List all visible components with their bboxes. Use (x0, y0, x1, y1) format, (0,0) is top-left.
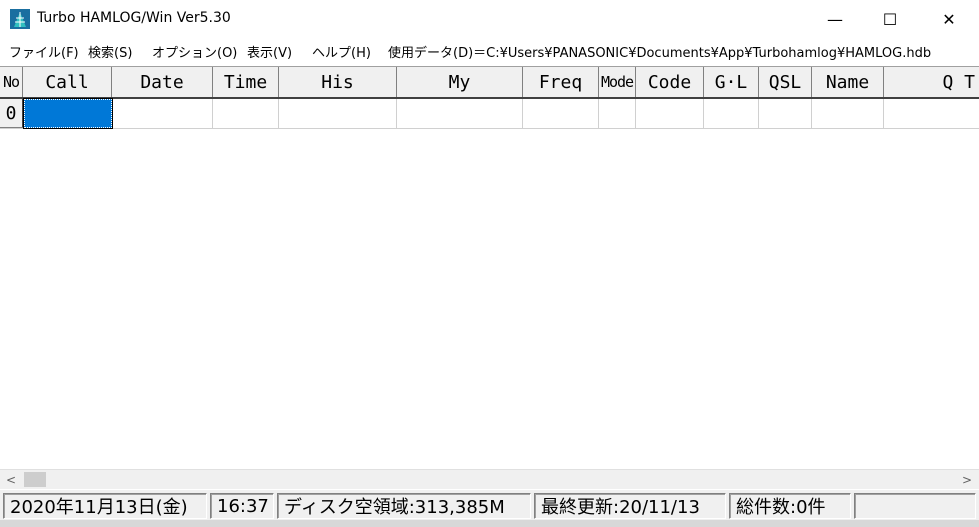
col-header-qth[interactable]: Q T (884, 67, 979, 97)
status-disk-space: ディスク空領域:313,385M (277, 493, 531, 519)
col-header-no[interactable]: No (0, 67, 23, 97)
col-header-gl[interactable]: G·L (704, 67, 759, 97)
row-number[interactable]: 0 (0, 99, 24, 128)
scroll-thumb[interactable] (24, 472, 46, 487)
menu-data-path[interactable]: 使用データ(D)＝C:¥Users¥PANASONIC¥Documents¥Ap… (388, 42, 931, 61)
col-header-my[interactable]: My (397, 67, 523, 97)
cell-freq[interactable] (523, 99, 599, 128)
status-date: 2020年11月13日(金) (3, 493, 207, 519)
selected-cell[interactable] (23, 98, 113, 129)
col-header-call[interactable]: Call (23, 67, 112, 97)
menu-search[interactable]: 検索(S) (88, 42, 132, 61)
horizontal-scrollbar[interactable]: < > (0, 469, 979, 489)
col-header-code[interactable]: Code (636, 67, 704, 97)
cell-his[interactable] (279, 99, 397, 128)
scroll-left-icon[interactable]: < (2, 470, 20, 489)
col-header-time[interactable]: Time (213, 67, 279, 97)
table-row (0, 99, 979, 129)
col-header-date[interactable]: Date (112, 67, 213, 97)
menu-bar: ファイル(F) 検索(S) オプション(O) 表示(V) ヘルプ(H) 使用デー… (0, 38, 979, 64)
menu-options[interactable]: オプション(O) (152, 42, 237, 61)
cell-mode[interactable] (599, 99, 636, 128)
status-time: 16:37 (210, 493, 274, 519)
title-bar: Turbo HAMLOG/Win Ver5.30 — ☐ ✕ (0, 0, 979, 38)
menu-file[interactable]: ファイル(F) (9, 42, 79, 61)
cell-code[interactable] (636, 99, 704, 128)
maximize-button[interactable]: ☐ (867, 0, 913, 38)
menu-help[interactable]: ヘルプ(H) (312, 42, 371, 61)
status-last-updated: 最終更新:20/11/13 (534, 493, 726, 519)
scroll-right-icon[interactable]: > (958, 470, 976, 489)
cell-time[interactable] (213, 99, 279, 128)
cell-date[interactable] (112, 99, 213, 128)
window-title: Turbo HAMLOG/Win Ver5.30 (37, 10, 231, 26)
menu-view[interactable]: 表示(V) (247, 42, 292, 61)
cell-qth[interactable] (884, 99, 979, 128)
col-header-name[interactable]: Name (812, 67, 884, 97)
close-button[interactable]: ✕ (926, 0, 972, 38)
col-header-his[interactable]: His (279, 67, 397, 97)
minimize-button[interactable]: — (812, 0, 858, 38)
col-header-qsl[interactable]: QSL (759, 67, 812, 97)
col-header-freq[interactable]: Freq (523, 67, 599, 97)
col-header-mode[interactable]: Mode (599, 67, 636, 97)
cell-name[interactable] (812, 99, 884, 128)
log-grid[interactable]: No Call Date Time His My Freq Mode Code … (0, 66, 979, 470)
cell-gl[interactable] (704, 99, 759, 128)
grid-header-row: No Call Date Time His My Freq Mode Code … (0, 67, 979, 99)
bottom-edge (0, 520, 979, 527)
status-empty-panel (854, 493, 976, 519)
cell-qsl[interactable] (759, 99, 812, 128)
status-total-count: 総件数:0件 (729, 493, 851, 519)
cell-my[interactable] (397, 99, 523, 128)
app-icon (10, 9, 30, 29)
